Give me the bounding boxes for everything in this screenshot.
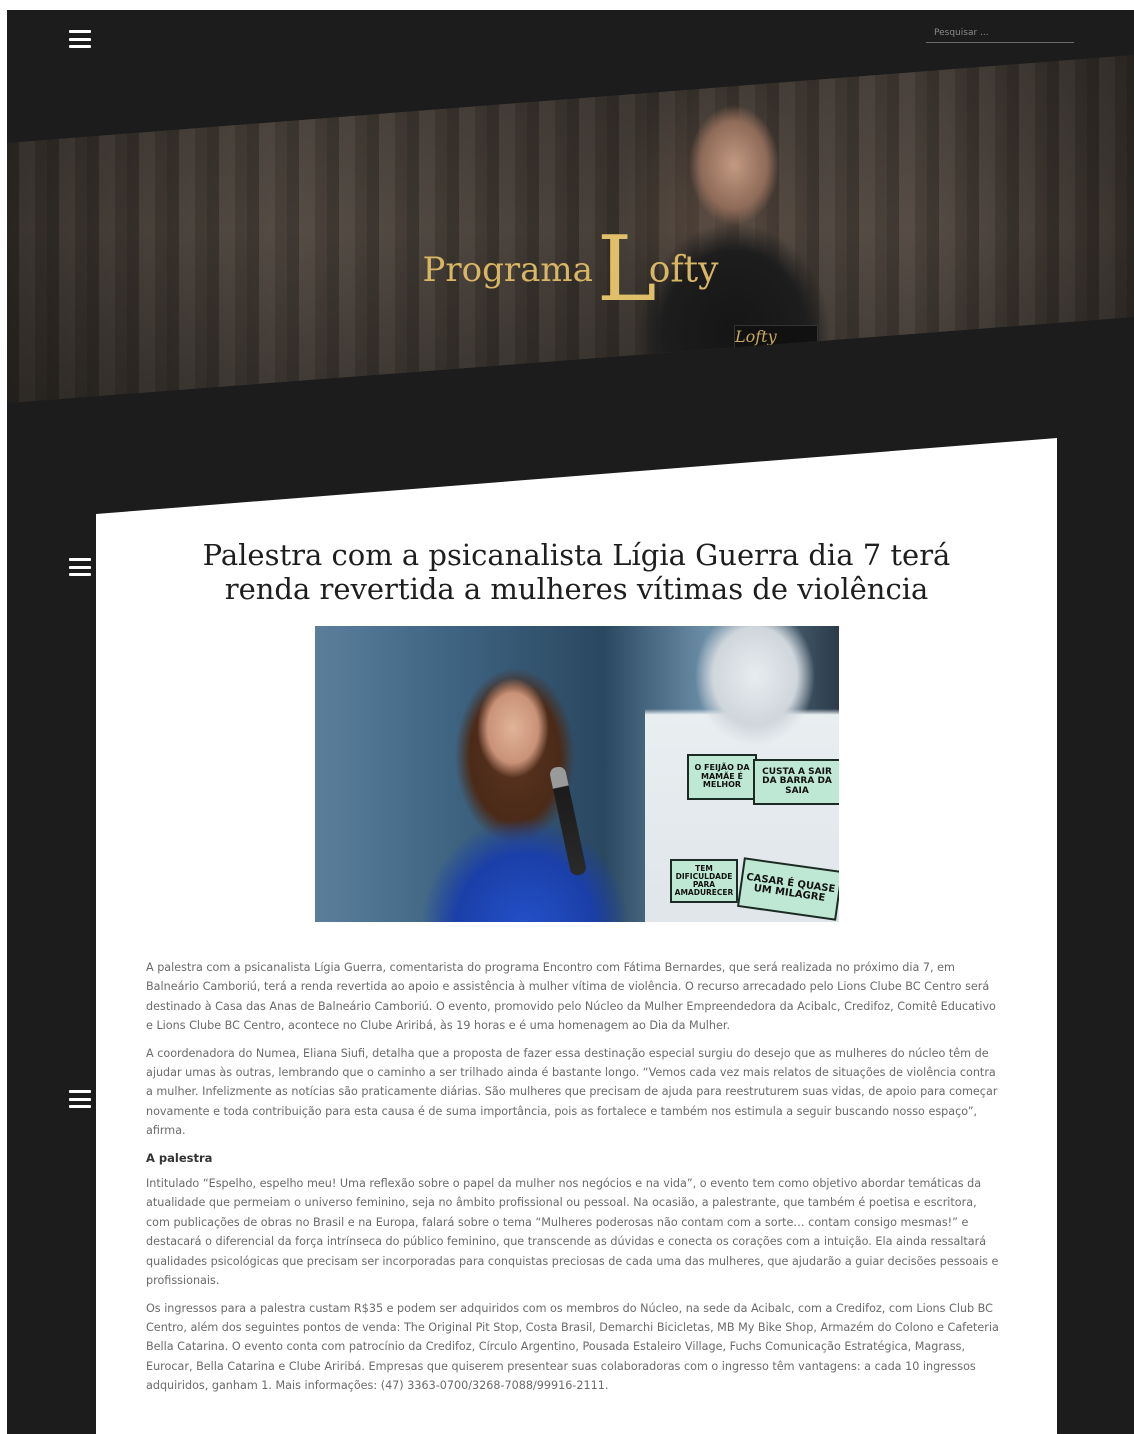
article-paragraph: A coordenadora do Numea, Eliana Siufi, d… xyxy=(146,1046,998,1138)
image-tag: O FEIJÃO DA MAMÃE É MELHOR xyxy=(687,754,757,800)
img-woman-body xyxy=(410,786,640,922)
article-body: A palestra com a psicanalista Lígia Guer… xyxy=(146,958,1004,1404)
article-paragraph: Os ingressos para a palestra custam R$35… xyxy=(146,1301,999,1393)
img-woman-face xyxy=(477,678,549,778)
hamburger-menu-icon[interactable] xyxy=(69,30,91,48)
search-input[interactable] xyxy=(926,22,1074,44)
mic-logo-badge: Lofty Lofty xyxy=(734,325,818,367)
image-tag: TEM DIFICULDADE PARA AMADURECER xyxy=(670,859,738,903)
article-image: O FEIJÃO DA MAMÃE É MELHOR CUSTA A SAIR … xyxy=(315,626,839,922)
article-paragraph: Intitulado “Espelho, espelho meu! Uma re… xyxy=(146,1177,999,1288)
page: Lofty Lofty ProgramaLofty Palestra com a… xyxy=(7,10,1134,1434)
search-box[interactable] xyxy=(926,20,1074,44)
site-logo[interactable]: ProgramaLofty xyxy=(7,225,1134,315)
article-subheading: A palestra xyxy=(146,1150,213,1165)
article-paragraph: A palestra com a psicanalista Lígia Guer… xyxy=(146,961,996,1033)
article-card: Palestra com a psicanalista Lígia Guerra… xyxy=(96,438,1057,1434)
article-title: Palestra com a psicanalista Lígia Guerra… xyxy=(202,538,951,606)
image-tag: CUSTA A SAIR DA BARRA DA SAIA xyxy=(753,759,839,805)
hamburger-menu-icon[interactable] xyxy=(69,1090,91,1108)
hamburger-menu-icon[interactable] xyxy=(69,558,91,576)
hero-banner: Lofty Lofty ProgramaLofty xyxy=(7,55,1134,403)
